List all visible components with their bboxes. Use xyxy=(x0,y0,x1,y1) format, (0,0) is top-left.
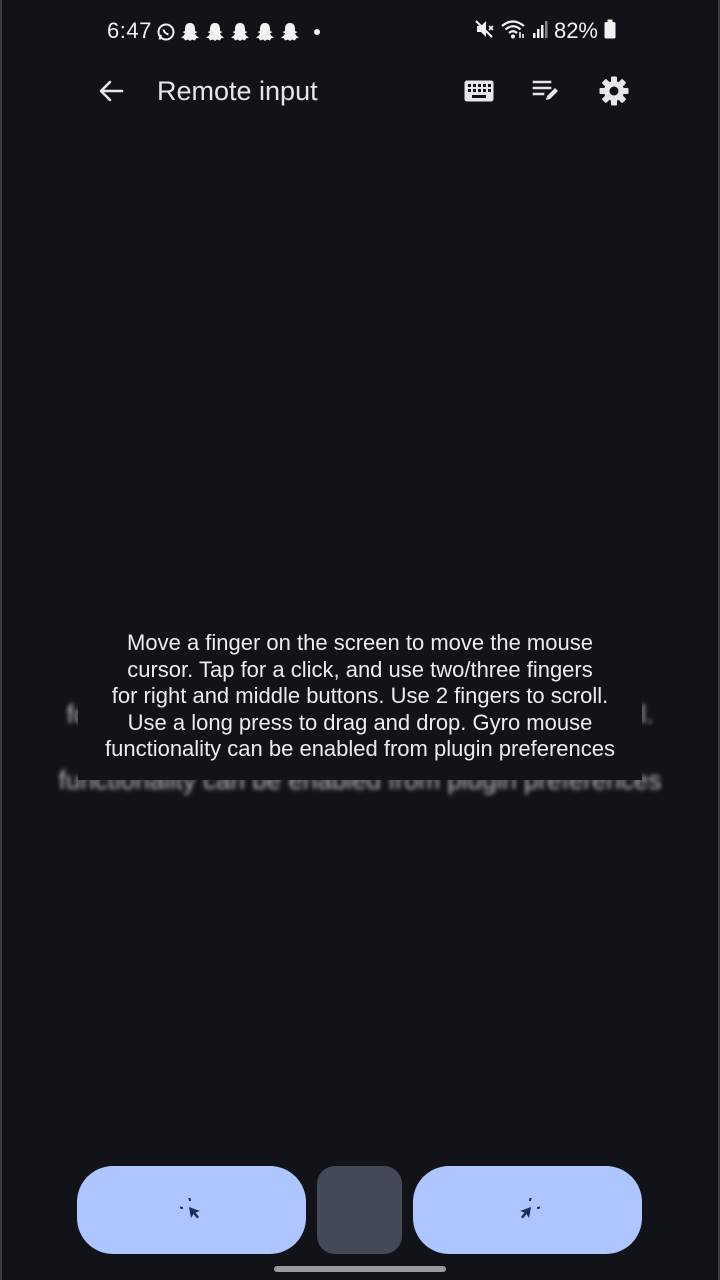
help-line: for right and middle buttons. Use 2 fing… xyxy=(111,683,609,708)
help-line: Move a finger on the screen to move the … xyxy=(127,630,593,655)
settings-button[interactable] xyxy=(591,68,637,114)
back-button[interactable] xyxy=(88,68,134,114)
system-status-icons: 82% xyxy=(474,18,616,44)
snapchat-icon xyxy=(179,21,201,43)
battery-icon xyxy=(604,19,616,44)
keyboard-icon xyxy=(464,80,494,102)
battery-percent: 82% xyxy=(553,18,598,43)
notification-icons xyxy=(156,20,320,44)
touchpad-help: Move a finger on the screen to move the … xyxy=(0,630,720,800)
status-time: 6:47 xyxy=(107,18,152,43)
more-dot-icon xyxy=(314,29,320,35)
right-click-icon xyxy=(519,1198,540,1219)
help-line: cursor. Tap for a click, and use two/thr… xyxy=(127,656,593,682)
help-line: functionality can be enabled from plugin… xyxy=(105,736,615,761)
edit-text-icon xyxy=(532,80,558,100)
whatsapp-icon xyxy=(156,22,176,42)
status-bar: 6:47 82% xyxy=(0,0,720,62)
snapchat-icon xyxy=(204,21,226,43)
middle-click-button[interactable] xyxy=(317,1166,402,1254)
left-click-icon xyxy=(179,1198,200,1219)
snapchat-icon xyxy=(229,21,251,43)
snapchat-icon xyxy=(254,21,276,43)
back-arrow-icon xyxy=(99,80,124,102)
right-click-button[interactable] xyxy=(413,1166,642,1254)
help-text: Move a finger on the screen to move the … xyxy=(70,630,650,763)
signal-icon xyxy=(532,19,548,44)
remote-input-screen[interactable]: 6:47 82% Remote input functionality can … xyxy=(0,0,720,1280)
left-click-button[interactable] xyxy=(77,1166,306,1254)
wifi-icon xyxy=(500,18,526,45)
snapchat-icon xyxy=(279,21,301,43)
edit-text-button[interactable] xyxy=(523,68,569,114)
home-indicator[interactable] xyxy=(274,1266,446,1272)
help-line: Use a long press to drag and drop. Gyro … xyxy=(127,709,593,735)
keyboard-button[interactable] xyxy=(456,68,502,114)
app-bar: Remote input xyxy=(0,62,720,122)
mute-icon xyxy=(474,18,494,45)
gear-icon xyxy=(599,76,629,106)
page-title: Remote input xyxy=(157,76,318,106)
